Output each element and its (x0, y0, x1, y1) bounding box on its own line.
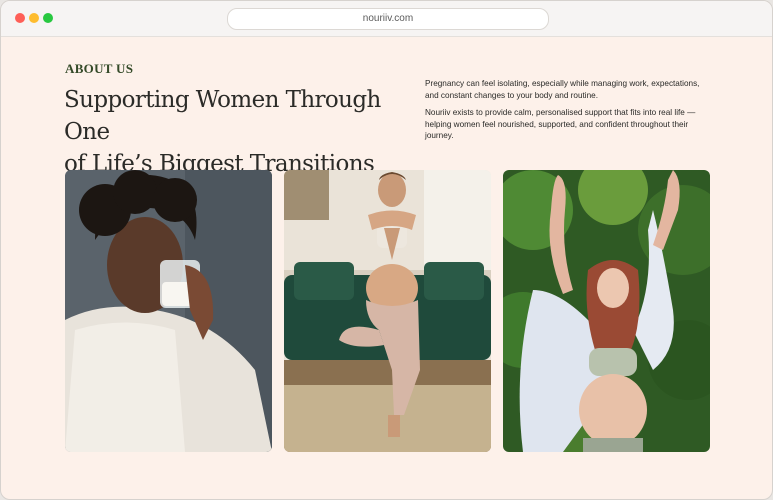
page-title: Supporting Women Through One of Life’s B… (64, 84, 414, 180)
pregnant-woman-yoga-illustration (284, 170, 491, 452)
browser-titlebar: nouriiv.com (1, 1, 772, 37)
pregnant-woman-yoga-photo (284, 170, 491, 452)
woman-drinking-milk-photo (65, 170, 272, 452)
page-title-line-1: Supporting Women Through One (64, 87, 381, 145)
section-eyebrow: ABOUT US (65, 61, 134, 76)
about-description: Pregnancy can feel isolating, especially… (425, 78, 715, 148)
address-bar-url: nouriiv.com (362, 13, 414, 24)
minimize-window-button[interactable] (29, 13, 39, 23)
pregnant-woman-outdoors-illustration (503, 170, 710, 452)
pregnant-woman-outdoors-photo (503, 170, 710, 452)
about-paragraph-1: Pregnancy can feel isolating, especially… (425, 79, 700, 100)
close-window-button[interactable] (15, 13, 25, 23)
woman-drinking-milk-illustration (65, 170, 272, 452)
maximize-window-button[interactable] (43, 13, 53, 23)
browser-window: nouriiv.com ABOUT US Supporting Women Th… (0, 0, 773, 500)
about-paragraph-2: Nouriiv exists to provide calm, personal… (425, 108, 696, 140)
about-section: ABOUT US Supporting Women Through One of… (1, 37, 772, 499)
address-bar[interactable]: nouriiv.com (227, 8, 549, 30)
